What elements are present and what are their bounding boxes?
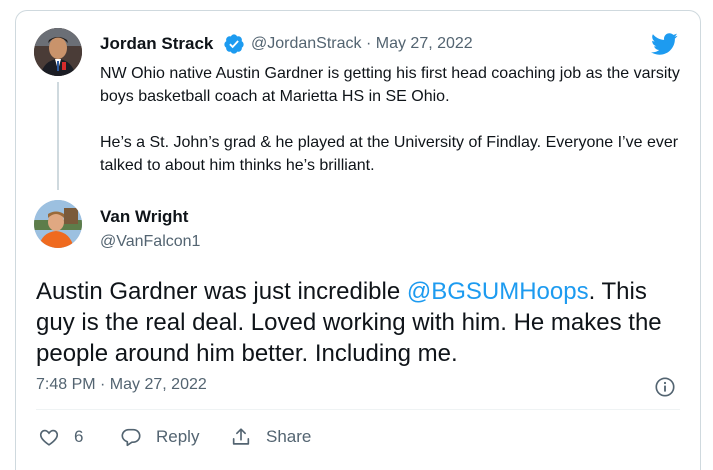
van-wright-avatar[interactable] [34,200,82,248]
quoted-paragraph-1: NW Ohio native Austin Gardner is getting… [100,65,680,105]
reply-button[interactable]: Reply [120,426,199,448]
thread-connector-line [57,82,59,190]
jordan-strack-avatar[interactable] [34,28,82,76]
share-label: Share [266,427,312,446]
quoted-author-name[interactable]: Jordan Strack [100,34,213,54]
quoted-tweet-text: NW Ohio native Austin Gardner is getting… [100,62,680,177]
heart-icon [39,429,59,446]
reply-tweet-text: Austin Gardner was just incredible @BGSU… [36,276,686,369]
reply-text-before: Austin Gardner was just incredible [36,278,407,305]
tweet-timestamp[interactable]: 7:48 PM · May 27, 2022 [36,376,207,394]
reply-author-name[interactable]: Van Wright [100,207,188,227]
actions-divider [36,409,680,410]
share-button[interactable]: Share [230,426,311,448]
quoted-handle-date: @JordanStrack · May 27, 2022 [251,35,473,53]
twitter-bird-icon[interactable] [648,30,680,58]
separator-dot: · [365,35,372,52]
verified-badge-icon [224,34,244,54]
reply-label: Reply [156,427,200,446]
quoted-paragraph-2: He’s a St. John’s grad & he played at th… [100,134,679,174]
quoted-author-handle[interactable]: @JordanStrack [251,35,362,52]
info-icon[interactable] [654,376,676,398]
quoted-date[interactable]: May 27, 2022 [376,35,473,52]
like-button[interactable]: 6 [38,426,83,448]
reply-author-handle[interactable]: @VanFalcon1 [100,233,200,251]
mention-link[interactable]: @BGSUMHoops [407,278,589,305]
share-icon [232,428,250,445]
reply-icon [121,428,141,447]
like-count: 6 [74,427,84,446]
